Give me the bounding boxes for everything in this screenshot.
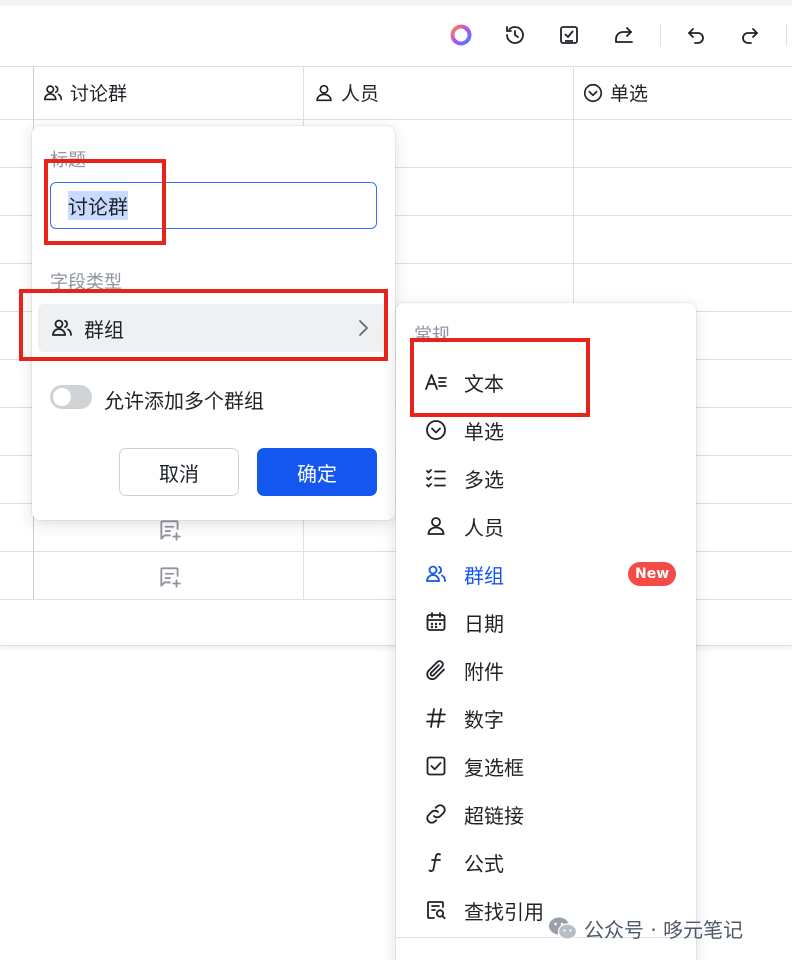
menu-item-label: 多选 — [464, 467, 504, 492]
add-comment-icon[interactable] — [157, 564, 183, 590]
menu-item-label: 公式 — [464, 851, 504, 876]
history-icon[interactable] — [502, 22, 528, 48]
wechat-icon — [549, 917, 578, 940]
group-icon — [52, 319, 72, 336]
calendar-icon — [426, 612, 446, 631]
group-icon — [43, 84, 63, 100]
undo-icon[interactable] — [683, 22, 709, 48]
confirm-button[interactable]: 确定 — [257, 448, 377, 496]
watermark-text: 公众号 · 哆元笔记 — [584, 917, 744, 942]
person-icon — [316, 84, 332, 101]
menu-item-multi-select[interactable]: 多选 — [396, 454, 696, 502]
group-icon — [426, 565, 446, 582]
menu-group-label: 常规 — [414, 325, 450, 346]
menu-item-group[interactable]: 群组 New — [396, 550, 696, 598]
menu-item-person[interactable]: 人员 — [396, 502, 696, 550]
share-icon[interactable] — [611, 22, 637, 48]
text-icon — [425, 374, 447, 390]
attachment-icon — [426, 660, 445, 681]
chevron-right-icon — [359, 320, 368, 336]
task-check-icon[interactable] — [556, 22, 582, 48]
person-icon — [427, 517, 445, 535]
field-editor-popover: 标题 讨论群 字段类型 群组 允许添加多个群组 取消 确定 — [32, 126, 395, 520]
menu-item-label: 人员 — [464, 515, 504, 540]
menu-item-label: 附件 — [464, 659, 504, 684]
field-type-value: 群组 — [84, 317, 124, 342]
title-label: 标题 — [50, 150, 86, 171]
column-header-label: 人员 — [341, 83, 380, 105]
single-select-icon — [583, 83, 603, 102]
lookup-icon — [427, 901, 446, 920]
menu-item-label: 文本 — [464, 371, 504, 396]
menu-item-label: 单选 — [464, 419, 504, 444]
field-type-menu: 常规 文本 单选 多选 人员 群组 New 日期 附件 数字 复选框 超链接 公… — [396, 303, 696, 960]
redo-icon[interactable] — [737, 22, 763, 48]
single-select-icon — [426, 420, 446, 440]
column-header-discussion-group[interactable]: 讨论群 — [42, 66, 127, 119]
menu-item-label: 复选框 — [464, 755, 524, 780]
menu-item-label: 数字 — [464, 707, 504, 732]
menu-item-hyperlink[interactable]: 超链接 — [396, 790, 696, 838]
toolbar-divider — [786, 24, 787, 46]
toolbar-divider — [660, 24, 661, 46]
column-header-single-select[interactable]: 单选 — [582, 66, 648, 119]
column-header-person[interactable]: 人员 — [313, 66, 379, 119]
new-badge: New — [628, 562, 677, 586]
title-input[interactable]: 讨论群 — [50, 182, 377, 229]
menu-item-checkbox[interactable]: 复选框 — [396, 742, 696, 790]
menu-item-single-select[interactable]: 单选 — [396, 406, 696, 454]
ai-assistant-icon[interactable] — [448, 22, 474, 48]
menu-item-text[interactable]: 文本 — [396, 358, 696, 406]
grid-line — [0, 119, 792, 120]
toolbar — [0, 6, 792, 66]
menu-item-label: 群组 — [464, 563, 504, 588]
menu-item-label: 日期 — [464, 611, 504, 636]
field-type-select[interactable]: 群组 — [38, 304, 387, 352]
link-icon — [426, 804, 446, 824]
formula-icon — [428, 853, 441, 872]
menu-item-attachment[interactable]: 附件 — [396, 646, 696, 694]
checkbox-icon — [426, 756, 446, 776]
cancel-button[interactable]: 取消 — [119, 448, 239, 496]
column-header-label: 讨论群 — [70, 83, 128, 105]
menu-item-label: 超链接 — [464, 803, 524, 828]
hash-icon — [426, 708, 446, 728]
add-comment-icon[interactable] — [157, 517, 183, 543]
allow-multiple-toggle[interactable] — [50, 385, 92, 409]
title-input-value: 讨论群 — [68, 191, 128, 220]
field-type-label: 字段类型 — [50, 272, 122, 293]
menu-item-number[interactable]: 数字 — [396, 694, 696, 742]
menu-item-date[interactable]: 日期 — [396, 598, 696, 646]
menu-item-formula[interactable]: 公式 — [396, 838, 696, 886]
allow-multiple-label: 允许添加多个群组 — [104, 389, 264, 413]
watermark: 公众号 · 哆元笔记 — [548, 912, 743, 944]
menu-item-label: 查找引用 — [464, 899, 544, 924]
column-header-label: 单选 — [610, 83, 649, 105]
multi-select-icon — [426, 469, 446, 488]
